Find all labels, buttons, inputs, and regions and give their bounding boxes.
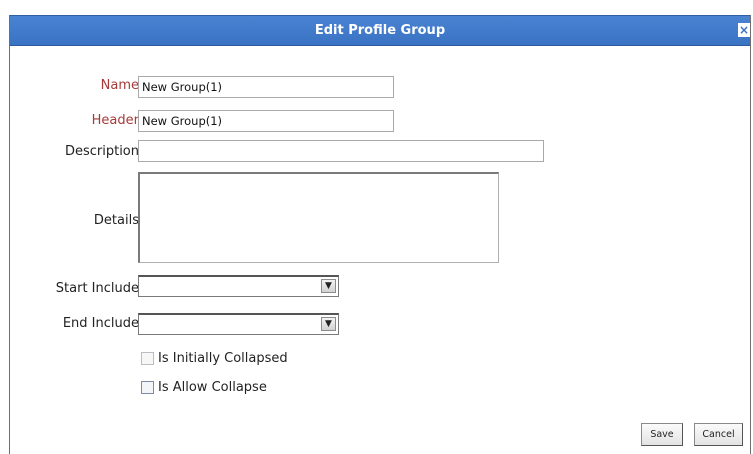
save-button[interactable]: Save (641, 423, 683, 446)
chevron-down-icon[interactable]: ▼ (321, 317, 336, 331)
chevron-down-icon[interactable]: ▼ (321, 279, 336, 293)
details-label: Details (93, 213, 139, 228)
is-initially-collapsed-label: Is Initially Collapsed (158, 350, 288, 366)
start-include-select[interactable]: ▼ (138, 275, 339, 297)
is-allow-collapse-row: Is Allow Collapse (141, 379, 267, 395)
end-include-label: End Include (62, 316, 139, 331)
name-label: Name (100, 78, 139, 93)
header-input[interactable] (138, 110, 394, 132)
header-label: Header (91, 113, 139, 128)
cancel-button[interactable]: Cancel (694, 423, 743, 446)
dialog-title: Edit Profile Group (314, 23, 446, 38)
dialog-titlebar[interactable]: Edit Profile Group × (10, 15, 750, 46)
details-textarea[interactable] (138, 172, 499, 263)
name-input[interactable] (138, 76, 394, 98)
close-icon[interactable]: × (738, 23, 750, 37)
description-label: Description (64, 144, 139, 159)
description-input[interactable] (138, 140, 544, 162)
end-include-select[interactable]: ▼ (138, 313, 339, 335)
is-initially-collapsed-row: Is Initially Collapsed (141, 350, 288, 366)
is-allow-collapse-checkbox[interactable] (141, 380, 154, 394)
is-initially-collapsed-checkbox[interactable] (141, 351, 154, 365)
is-allow-collapse-label: Is Allow Collapse (158, 379, 267, 395)
edit-profile-group-dialog: Edit Profile Group × Name Header Descrip… (9, 15, 751, 454)
start-include-label: Start Include (55, 281, 139, 296)
